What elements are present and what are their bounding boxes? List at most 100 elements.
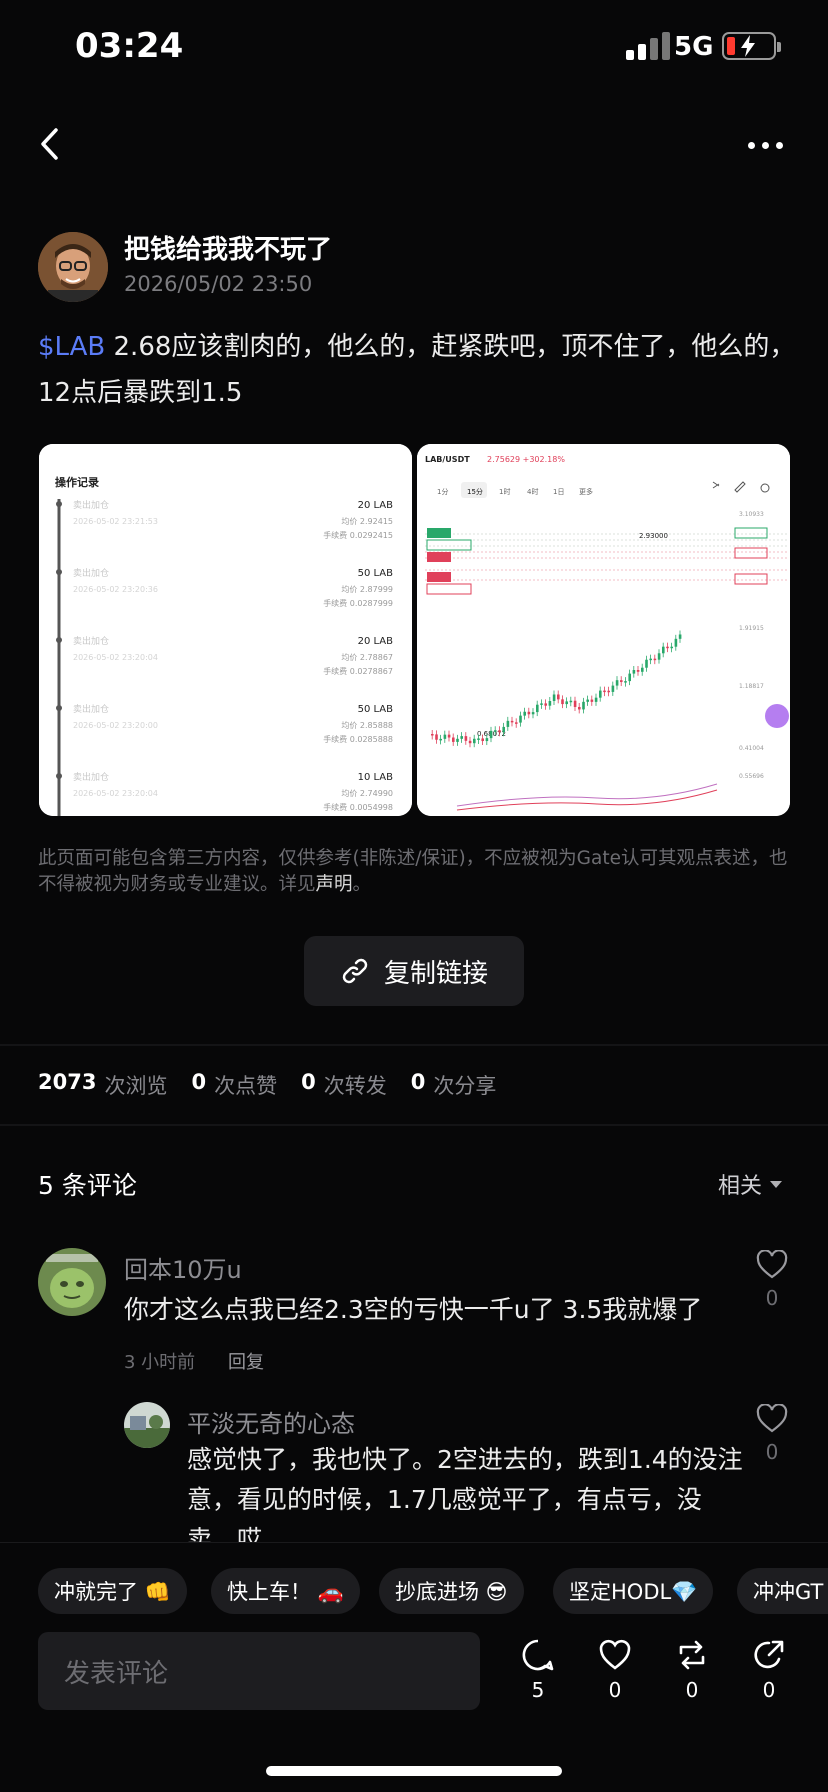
svg-text:1.91915: 1.91915 <box>739 625 764 632</box>
candle <box>582 701 585 710</box>
reply-button[interactable]: 回复 <box>228 1348 264 1374</box>
candle <box>435 734 438 740</box>
quick-reply-chip[interactable]: 冲冲GT <box>737 1568 828 1614</box>
candle <box>603 690 606 693</box>
status-time: 03:24 <box>75 26 184 66</box>
record-fee: 手续费 0.0292415 <box>323 530 393 540</box>
candle <box>670 646 673 649</box>
candle <box>628 673 631 682</box>
candle <box>573 700 577 707</box>
back-icon[interactable] <box>36 126 66 162</box>
shares-count: 次分享 <box>433 1074 497 1098</box>
candle <box>431 734 434 736</box>
candle <box>527 711 531 715</box>
post-timestamp: 2026/05/02 23:50 <box>124 272 313 296</box>
pair-label: LAB/USDT <box>425 455 470 464</box>
ticker-link[interactable]: $LAB <box>38 332 105 362</box>
candle <box>649 658 652 661</box>
share-action[interactable]: 0 <box>749 1638 789 1702</box>
candle <box>548 701 552 706</box>
disclaimer-link[interactable]: 声明 <box>316 874 353 895</box>
record-fee: 手续费 0.0278867 <box>323 666 393 676</box>
candle <box>561 699 564 705</box>
svg-text:0.55696: 0.55696 <box>739 773 764 780</box>
like-action[interactable]: 0 <box>595 1638 635 1702</box>
trade-records-image[interactable]: 操作记录 卖出加仓 2026-05-02 23:21:53 20 LAB 均价 2.9… <box>39 444 412 816</box>
record-dot <box>56 569 62 575</box>
record-avg: 均价 2.74990 <box>341 788 393 798</box>
record-avg: 均价 2.85888 <box>341 720 393 730</box>
record-date: 2026-05-02 23:20:04 <box>73 789 158 798</box>
author-name[interactable]: 把钱给我我不玩了 <box>124 229 332 266</box>
record-label: 卖出加仓 <box>73 703 109 715</box>
record-label: 卖出加仓 <box>73 499 109 511</box>
post-stats: 2073 次浏览 0 次点赞 0 次转发 0 次分享 <box>38 1070 497 1098</box>
heart-icon[interactable] <box>756 1403 788 1434</box>
copy-link-label: 复制链接 <box>383 958 488 989</box>
candle <box>594 697 598 702</box>
link-icon <box>342 958 368 984</box>
price-chart-image[interactable]: LAB/USDT 2.75629 +302.18% 1分 15分 1时 4时 1日 更多 … <box>417 444 790 816</box>
candle <box>447 734 451 738</box>
share-count: 0 <box>762 1678 776 1702</box>
candle <box>653 658 657 661</box>
commenter-name[interactable]: 回本10万u <box>124 1250 242 1285</box>
views-count: 次浏览 <box>104 1074 168 1098</box>
sort-dropdown[interactable]: 相关 <box>718 1168 783 1200</box>
candle <box>666 646 669 649</box>
candle <box>456 738 459 742</box>
candle <box>624 681 627 683</box>
candle <box>477 738 480 740</box>
heart-icon <box>599 1639 631 1670</box>
high-label: 2.93000 <box>639 532 668 540</box>
quick-reply-chip[interactable]: 快上车！ 🚗 <box>211 1568 360 1614</box>
record-amount: 50 LAB <box>358 704 394 715</box>
comment-input[interactable]: 发表评论 <box>38 1632 480 1710</box>
heart-icon[interactable] <box>756 1249 788 1280</box>
comment-action[interactable]: 5 <box>518 1638 558 1702</box>
comment-count: 5 <box>531 1678 545 1702</box>
candle <box>586 699 589 702</box>
price-change-label: 2.75629 +302.18% <box>487 455 565 464</box>
candle <box>510 720 514 723</box>
commenter-avatar[interactable] <box>124 1402 170 1448</box>
record-dot <box>56 773 62 779</box>
candle <box>678 634 682 639</box>
candle <box>473 738 476 744</box>
candle <box>544 703 547 706</box>
candle <box>611 685 615 692</box>
more-options-icon[interactable] <box>744 128 788 164</box>
copy-link-button[interactable]: 复制链接 <box>304 936 524 1006</box>
record-label: 卖出加仓 <box>73 635 109 647</box>
share-icon <box>754 1640 784 1669</box>
comments-title: 5 条评论 <box>38 1171 137 1200</box>
candle <box>481 738 484 742</box>
record-date: 2026-05-02 23:20:00 <box>73 721 158 730</box>
quick-reply-chip[interactable]: 抄底进场 😎 <box>379 1568 524 1614</box>
candle <box>636 670 640 672</box>
record-dot <box>56 705 62 711</box>
candle <box>523 711 526 716</box>
svg-text:1.18817: 1.18817 <box>739 683 764 690</box>
comment-time: 3 小时前 <box>124 1352 196 1373</box>
repost-action[interactable]: 0 <box>672 1638 712 1702</box>
candle <box>443 734 447 739</box>
record-avg: 均价 2.92415 <box>341 516 393 526</box>
candle <box>578 706 581 710</box>
quick-reply-chip[interactable]: 冲就完了 👊 <box>38 1568 187 1614</box>
candle <box>599 690 602 698</box>
candle <box>494 730 497 732</box>
divider <box>0 1044 828 1046</box>
like-count: 0 <box>765 1286 779 1310</box>
author-avatar[interactable] <box>38 232 108 302</box>
commenter-name[interactable]: 平淡无奇的心态 <box>187 1404 355 1439</box>
quick-reply-chip[interactable]: 坚定HODL💎 <box>553 1568 714 1614</box>
candle <box>645 659 648 668</box>
record-label: 卖出加仓 <box>73 567 109 579</box>
candle <box>531 712 535 715</box>
record-date: 2026-05-02 23:20:04 <box>73 653 158 662</box>
divider <box>0 1124 828 1126</box>
record-amount: 10 LAB <box>358 772 394 783</box>
commenter-avatar[interactable] <box>38 1248 106 1316</box>
record-label: 卖出加仓 <box>73 771 109 783</box>
